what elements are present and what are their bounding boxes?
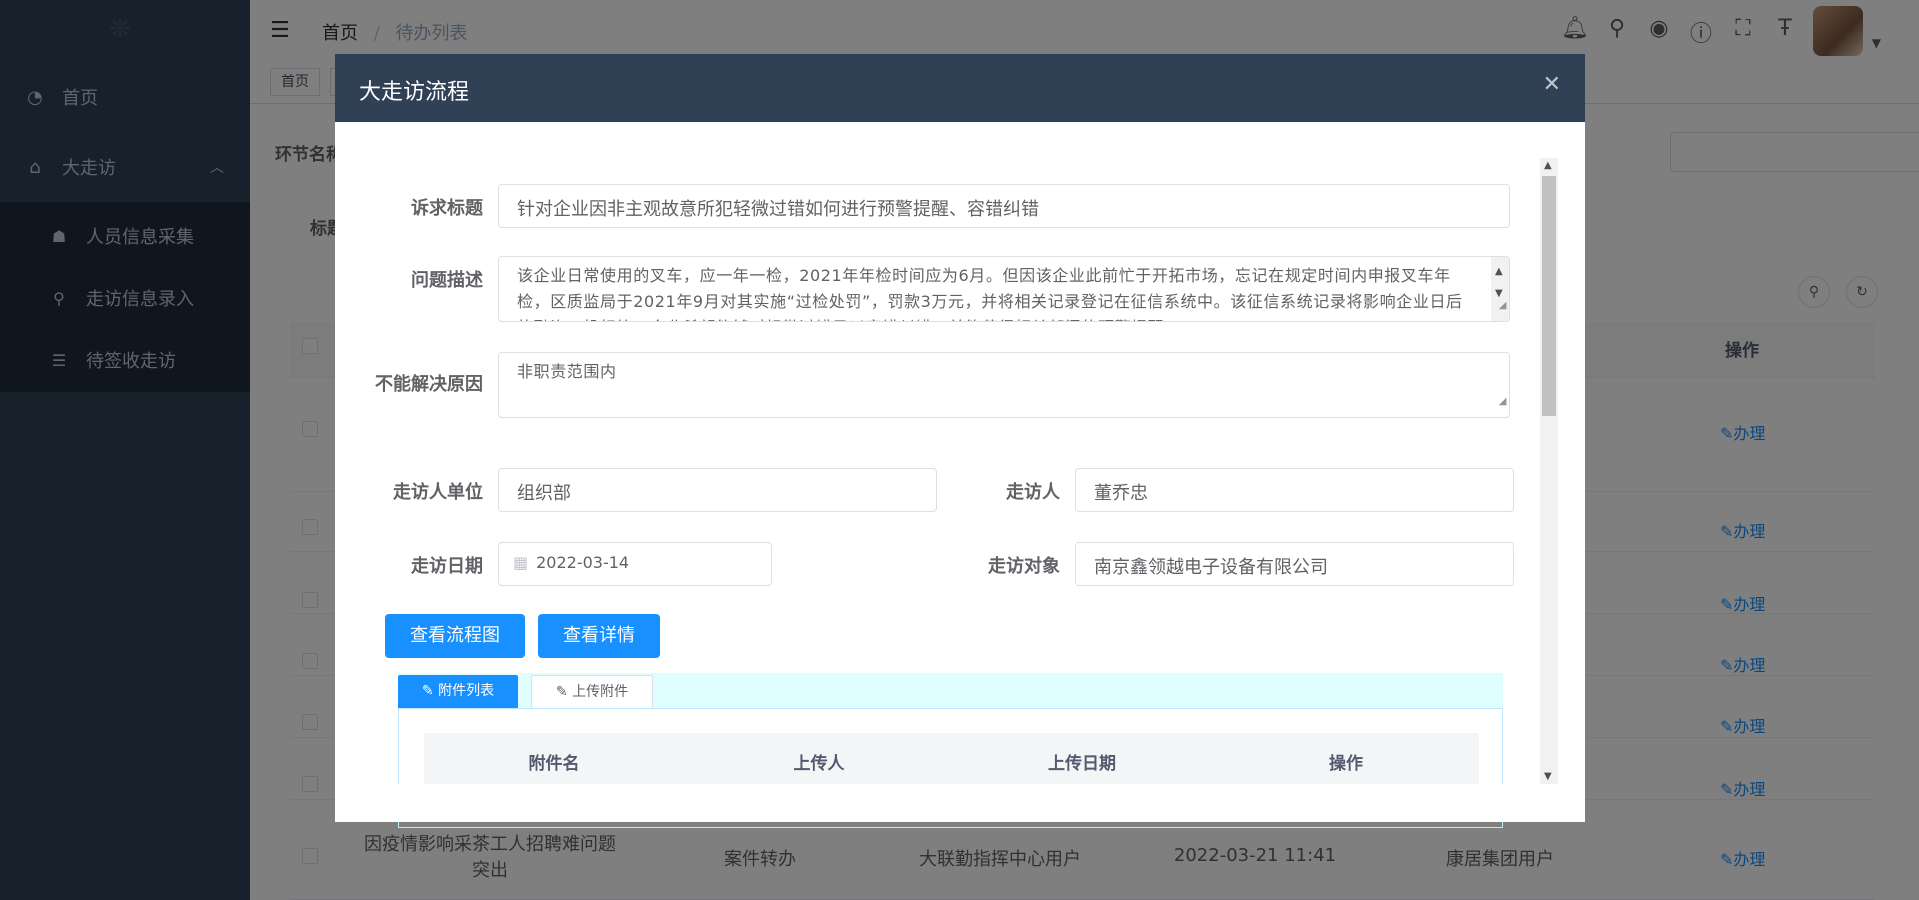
calendar-icon: ▦: [513, 553, 529, 572]
dialog-footer: [335, 784, 1585, 822]
close-icon[interactable]: ✕: [1543, 72, 1561, 97]
visit-date-value: 2022-03-14: [536, 553, 630, 572]
visitor-unit-label: 走访人单位: [393, 482, 483, 503]
view-flowchart-button[interactable]: 查看流程图: [385, 614, 525, 658]
unresolvable-reason-text: 非职责范围内: [517, 362, 617, 381]
visitor-input[interactable]: 董乔忠: [1075, 468, 1514, 512]
appeal-title-label: 诉求标题: [411, 198, 483, 219]
resize-grip-icon[interactable]: ◢: [1499, 293, 1507, 319]
visitor-unit-input[interactable]: 组织部: [498, 468, 937, 512]
scrollbar-thumb[interactable]: [1542, 176, 1556, 416]
tab-attachment-list[interactable]: ✎ 附件列表: [398, 675, 518, 709]
attachment-tabs: ✎ 附件列表 ✎ 上传附件: [398, 673, 1503, 709]
tab-upload-attachment[interactable]: ✎ 上传附件: [531, 675, 653, 709]
visit-target-input[interactable]: 南京鑫领越电子设备有限公司: [1075, 542, 1514, 586]
visit-target-label: 走访对象: [988, 556, 1060, 577]
description-textarea[interactable]: 该企业日常使用的叉车，应一年一检，2021年年检时间应为6月。但因该企业此前忙于…: [498, 256, 1510, 322]
view-details-button[interactable]: 查看详情: [538, 614, 660, 658]
unresolvable-reason-label: 不能解决原因: [375, 374, 483, 395]
visit-process-dialog: 大走访流程 ✕ 诉求标题 针对企业因非主观故意所犯轻微过错如何进行预警提醒、容错…: [335, 54, 1585, 828]
visitor-label: 走访人: [1006, 482, 1060, 503]
attachment-header-name: 附件名: [528, 754, 580, 774]
attachment-header-op: 操作: [1329, 754, 1363, 774]
appeal-title-input[interactable]: 针对企业因非主观故意所犯轻微过错如何进行预警提醒、容错纠错: [498, 184, 1510, 228]
dialog-header: 大走访流程 ✕: [335, 54, 1585, 122]
attachment-header-uploader: 上传人: [793, 754, 845, 774]
dialog-scrollbar[interactable]: ▲ ▼: [1540, 158, 1558, 784]
unresolvable-reason-textarea[interactable]: 非职责范围内 ◢: [498, 352, 1510, 418]
dialog-title: 大走访流程: [359, 80, 470, 105]
scroll-up-arrow-icon[interactable]: ▲: [1544, 160, 1552, 171]
resize-grip-icon[interactable]: ◢: [1499, 389, 1507, 415]
visit-date-label: 走访日期: [411, 556, 483, 577]
description-label: 问题描述: [411, 270, 483, 291]
attachment-header-date: 上传日期: [1048, 754, 1116, 774]
visit-date-picker[interactable]: ▦ 2022-03-14: [498, 542, 772, 586]
scroll-down-arrow-icon[interactable]: ▼: [1544, 771, 1552, 782]
attachment-table-header: 附件名 上传人 上传日期 操作: [424, 733, 1479, 785]
description-text: 该企业日常使用的叉车，应一年一检，2021年年检时间应为6月。但因该企业此前忙于…: [517, 266, 1463, 321]
